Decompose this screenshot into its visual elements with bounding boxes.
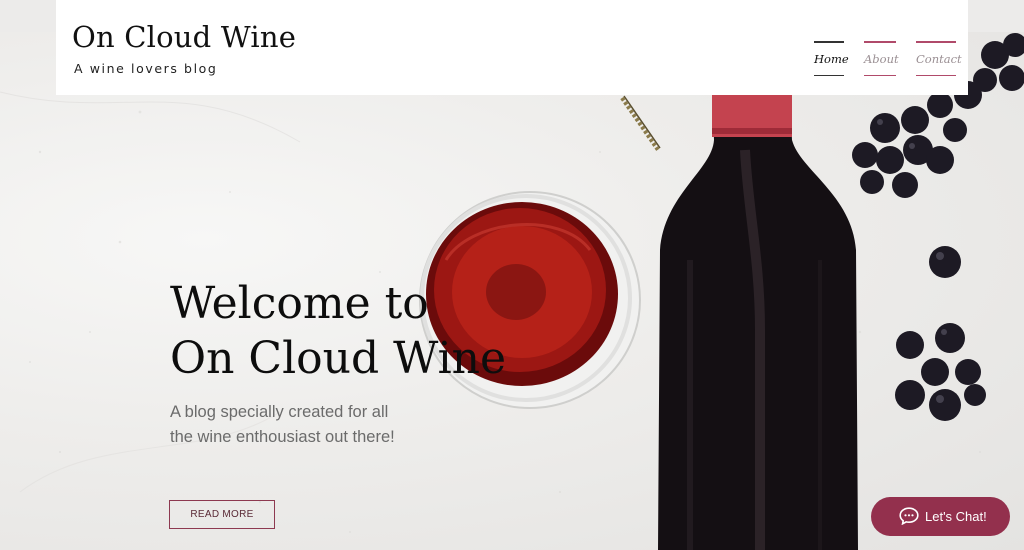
- hero-subtitle: A blog specially created for all the win…: [170, 403, 395, 446]
- nav-underline-top: [916, 41, 956, 43]
- chat-label: Let's Chat!: [925, 509, 987, 524]
- nav-label-home: Home: [814, 52, 849, 66]
- nav-underline-top: [864, 41, 896, 43]
- hero-title-line2: On Cloud Wine: [170, 333, 507, 384]
- chat-bubble-icon: [899, 507, 919, 525]
- nav-item-home[interactable]: Home: [814, 41, 849, 76]
- nav-item-about[interactable]: About: [864, 41, 899, 76]
- nav-label-contact: Contact: [916, 52, 962, 66]
- wine-bottle-icon: [658, 95, 858, 550]
- site-header: On Cloud Wine A wine lovers blog Home Ab…: [56, 0, 968, 95]
- site-title[interactable]: On Cloud Wine: [72, 20, 296, 54]
- nav-item-contact[interactable]: Contact: [916, 41, 962, 76]
- nav-label-about: About: [864, 52, 899, 66]
- hero-title-line1: Welcome to: [170, 278, 429, 329]
- nav-underline-bottom: [916, 74, 956, 76]
- site-tagline: A wine lovers blog: [74, 61, 218, 76]
- nav-underline-bottom: [864, 74, 896, 76]
- read-more-button[interactable]: READ MORE: [169, 500, 275, 529]
- chat-button[interactable]: Let's Chat!: [871, 497, 1010, 536]
- nav-underline-bottom: [814, 74, 844, 76]
- page: On Cloud Wine A wine lovers blog Home Ab…: [0, 0, 1024, 550]
- nav-underline-top: [814, 41, 844, 43]
- hero-title: Welcome to On Cloud Wine: [170, 276, 506, 386]
- corkscrew-icon: [620, 95, 661, 152]
